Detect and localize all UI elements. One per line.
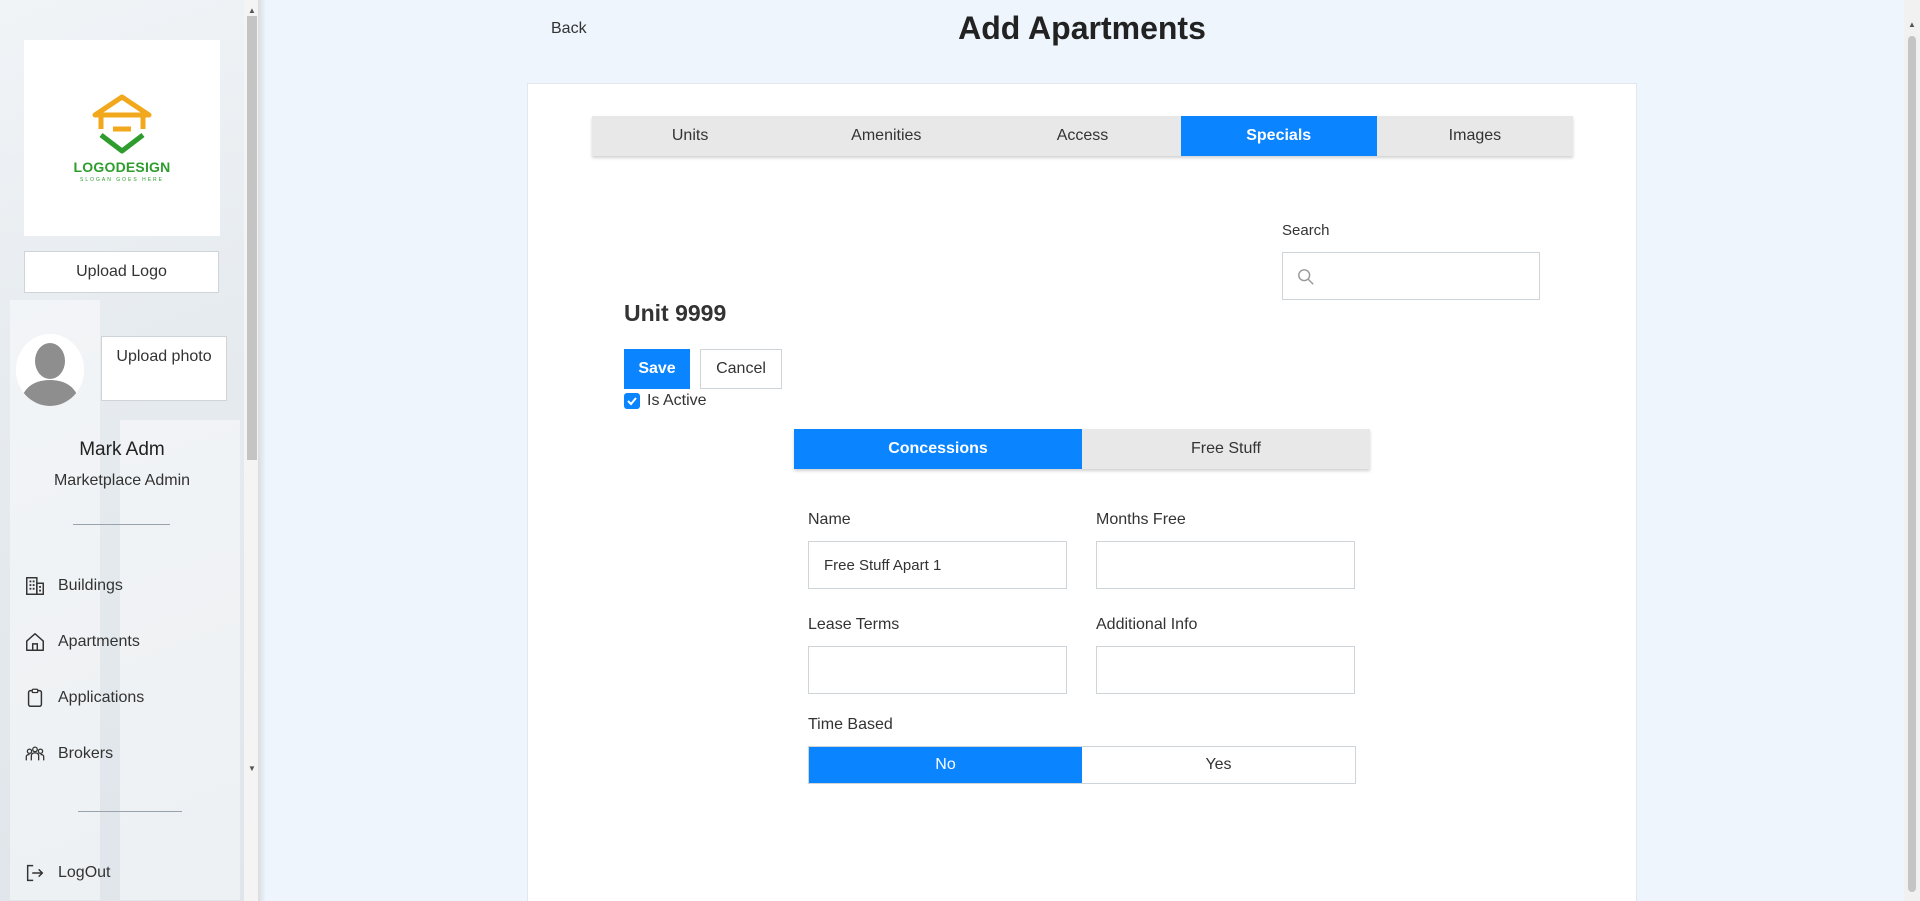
logo-text: LOGODESIGN [73, 159, 171, 175]
page-title: Add Apartments [958, 10, 1206, 46]
upload-photo-button[interactable]: Upload photo [101, 336, 227, 401]
home-icon [26, 633, 44, 651]
page-scrollbar[interactable]: ▲ [1904, 0, 1920, 901]
search-label: Search [1282, 222, 1330, 239]
tab-units[interactable]: Units [592, 116, 788, 156]
tab-amenities[interactable]: Amenities [788, 116, 984, 156]
time-based-no-option[interactable]: No [809, 747, 1082, 783]
scrollbar-thumb[interactable] [1908, 36, 1916, 892]
logo-slogan: SLOGAN GOES HERE [80, 177, 164, 183]
search-input[interactable] [1327, 259, 1527, 293]
logout-button[interactable]: LogOut [24, 861, 110, 885]
main-tabs: Units Amenities Access Specials Images [592, 116, 1573, 156]
sidebar-item-brokers[interactable]: Brokers [24, 742, 113, 766]
is-active-label: Is Active [647, 392, 707, 409]
user-silhouette-icon [16, 334, 84, 406]
tab-concessions[interactable]: Concessions [794, 429, 1082, 469]
name-label: Name [808, 511, 851, 528]
scroll-up-icon[interactable]: ▲ [248, 6, 256, 15]
is-active-checkbox[interactable] [624, 393, 640, 409]
scrollbar-thumb[interactable] [247, 16, 257, 460]
tab-images[interactable]: Images [1377, 116, 1573, 156]
time-based-yes-option[interactable]: Yes [1082, 747, 1355, 783]
house-logo-icon [92, 94, 152, 154]
search-icon [1298, 269, 1314, 285]
special-type-tabs: Concessions Free Stuff [794, 429, 1370, 469]
sidebar-item-apartments[interactable]: Apartments [24, 630, 140, 654]
time-based-toggle: No Yes [808, 746, 1356, 784]
upload-logo-button[interactable]: Upload Logo [24, 251, 219, 293]
unit-title: Unit 9999 [624, 300, 727, 326]
sidebar-item-label: Brokers [58, 745, 114, 762]
additional-info-field[interactable] [1096, 646, 1355, 694]
additional-info-label: Additional Info [1096, 616, 1198, 633]
months-free-field[interactable] [1096, 541, 1355, 589]
divider [73, 524, 170, 525]
checkmark-icon [627, 397, 637, 406]
lease-terms-label: Lease Terms [808, 616, 900, 633]
scroll-up-icon[interactable]: ▲ [1908, 20, 1916, 29]
logout-icon [26, 864, 44, 882]
sidebar: LOGODESIGN SLOGAN GOES HERE Upload Logo … [0, 0, 260, 901]
buildings-icon [26, 577, 44, 595]
search-box[interactable] [1282, 252, 1540, 300]
sidebar-item-label: Apartments [58, 633, 140, 650]
user-role: Marketplace Admin [53, 472, 191, 489]
tab-specials[interactable]: Specials [1180, 116, 1377, 156]
months-free-label: Months Free [1096, 511, 1186, 528]
divider [78, 811, 182, 812]
sidebar-item-applications[interactable]: Applications [24, 686, 144, 710]
tab-free-stuff[interactable]: Free Stuff [1082, 429, 1370, 469]
scroll-down-icon[interactable]: ▼ [248, 764, 256, 773]
logout-label: LogOut [58, 864, 111, 881]
sidebar-item-label: Applications [58, 689, 145, 706]
save-button[interactable]: Save [624, 349, 690, 389]
name-field[interactable] [808, 541, 1067, 589]
cancel-button[interactable]: Cancel [700, 349, 782, 389]
is-active-row: Is Active [624, 392, 707, 410]
logo: LOGODESIGN SLOGAN GOES HERE [24, 40, 220, 236]
sidebar-item-label: Buildings [58, 577, 123, 594]
back-link[interactable]: Back [551, 20, 587, 38]
people-icon [25, 746, 45, 761]
user-name: Mark Adm [79, 439, 165, 460]
avatar [16, 334, 84, 406]
lease-terms-field[interactable] [808, 646, 1067, 694]
sidebar-shadow [258, 0, 266, 901]
clipboard-icon [27, 688, 43, 707]
sidebar-item-buildings[interactable]: Buildings [24, 574, 123, 598]
tab-access[interactable]: Access [984, 116, 1180, 156]
time-based-label: Time Based [808, 716, 893, 733]
background-building [120, 420, 240, 900]
